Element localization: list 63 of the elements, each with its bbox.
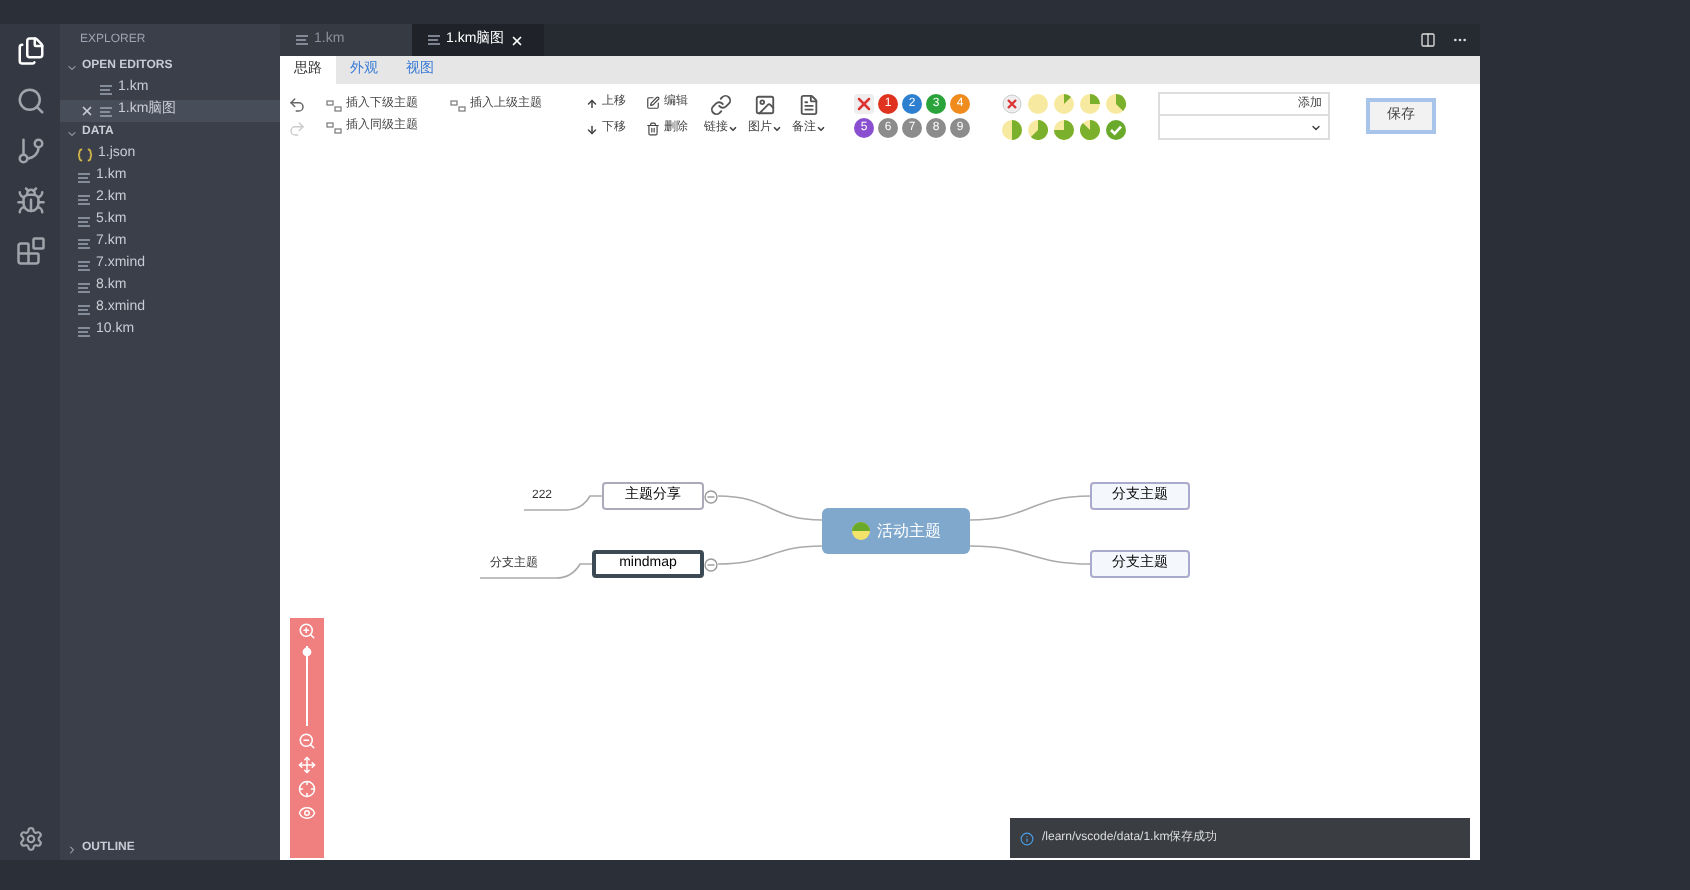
- connector-line: [718, 494, 822, 522]
- branch-icon[interactable]: [15, 136, 45, 166]
- file-lines-icon: [296, 34, 308, 46]
- arrow-down-icon: [586, 123, 598, 135]
- caret-icon: [1310, 121, 1322, 133]
- topic-boxes-icon: [450, 99, 466, 111]
- progress-pie-icon: [851, 522, 869, 540]
- connector-line: [718, 544, 822, 566]
- link-icon: [710, 94, 732, 116]
- check-progress-icon[interactable]: [1106, 119, 1126, 139]
- undo-icon[interactable]: [288, 95, 306, 113]
- caret-icon: [772, 124, 782, 134]
- file-lines-icon: [78, 237, 90, 249]
- settings-icon[interactable]: [17, 826, 43, 852]
- image-icon: [754, 94, 776, 116]
- progress-pie-icon[interactable]: [1028, 119, 1048, 139]
- chevron-icon: [66, 843, 78, 855]
- json-file-icon: [78, 148, 92, 162]
- caret-icon: [816, 124, 826, 134]
- connector-line: [970, 544, 1090, 566]
- progress-pie-icon[interactable]: [1080, 93, 1100, 113]
- split-editor-icon[interactable]: [1420, 32, 1436, 48]
- connector-line: [970, 494, 1090, 522]
- chevron-icon: [66, 127, 78, 139]
- zoom-out-icon[interactable]: [298, 732, 316, 750]
- file-lines-icon: [78, 259, 90, 271]
- clear-priority-icon[interactable]: [854, 94, 874, 114]
- topic-boxes-icon: [326, 99, 342, 111]
- info-icon: [1020, 831, 1034, 845]
- eye-icon[interactable]: [298, 804, 316, 822]
- caret-icon: [728, 124, 738, 134]
- file-lines-icon: [78, 171, 90, 183]
- connector-line: [524, 494, 602, 512]
- file-lines-icon: [100, 105, 112, 117]
- move-icon[interactable]: [298, 756, 316, 774]
- file-lines-icon: [78, 303, 90, 315]
- file-lines-icon: [78, 193, 90, 205]
- progress-pie-icon[interactable]: [1054, 93, 1074, 113]
- trash-icon: [646, 122, 660, 136]
- file-lines-icon: [78, 325, 90, 337]
- progress-pie-icon[interactable]: [1054, 119, 1074, 139]
- edit-icon: [646, 96, 660, 110]
- progress-pie-icon[interactable]: [1002, 119, 1022, 139]
- extensions-icon[interactable]: [15, 236, 45, 266]
- collapse-icon[interactable]: [704, 558, 718, 572]
- zoom-in-icon[interactable]: [298, 622, 316, 640]
- bug-icon[interactable]: [15, 186, 45, 216]
- file-lines-icon: [428, 34, 440, 46]
- clear-progress-icon[interactable]: [1002, 93, 1022, 113]
- progress-pie-icon[interactable]: [1080, 119, 1100, 139]
- file-lines-icon: [78, 215, 90, 227]
- arrow-up-icon: [586, 97, 598, 109]
- files-icon[interactable]: [15, 36, 45, 66]
- search-icon[interactable]: [15, 86, 45, 116]
- note-icon: [798, 94, 820, 116]
- topic-boxes-icon: [326, 121, 342, 133]
- progress-pie-icon[interactable]: [1106, 93, 1126, 113]
- locate-icon[interactable]: [298, 780, 316, 798]
- zoom-slider-drawing[interactable]: [302, 646, 312, 726]
- chevron-icon: [66, 61, 78, 73]
- file-lines-icon: [78, 281, 90, 293]
- collapse-icon[interactable]: [704, 490, 718, 504]
- file-lines-icon: [100, 83, 112, 95]
